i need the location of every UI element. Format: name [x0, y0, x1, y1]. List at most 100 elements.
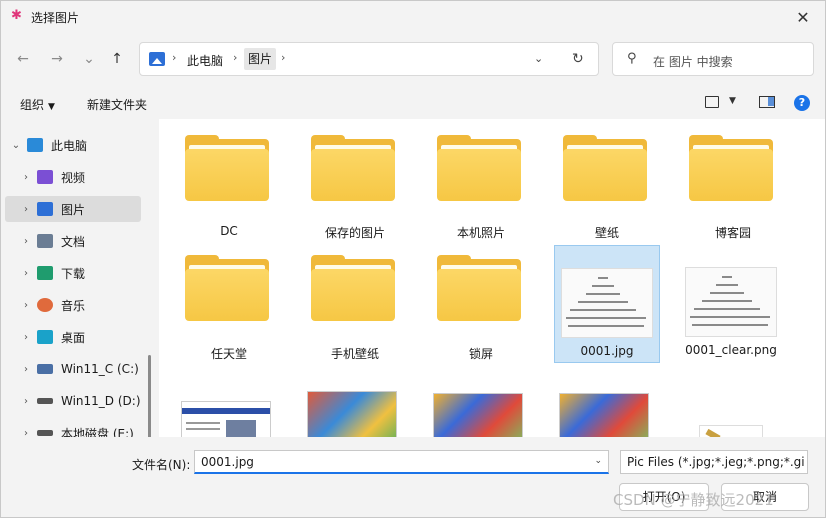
video-icon: [37, 170, 53, 184]
download-icon: [37, 266, 53, 280]
folder-item[interactable]: DC: [159, 119, 269, 238]
chevron-right-icon[interactable]: ›: [15, 428, 37, 438]
back-arrow-icon[interactable]: ←: [13, 49, 33, 69]
image-thumbnail[interactable]: [559, 393, 649, 437]
drive-icon: [37, 430, 53, 436]
sidebar-item-videos[interactable]: › 视频: [15, 164, 151, 190]
window-title: 选择图片: [31, 11, 80, 25]
computer-icon: [27, 138, 43, 152]
refresh-icon[interactable]: ↻: [572, 51, 584, 67]
folder-icon: [311, 135, 397, 205]
sidebar-item-desktop[interactable]: › 桌面: [15, 324, 151, 350]
music-icon: [37, 298, 53, 312]
sidebar-item-drive-d[interactable]: › Win11_D (D:): [15, 388, 151, 414]
folder-icon: [185, 255, 271, 325]
image-thumbnail[interactable]: [307, 391, 397, 437]
sidebar-item-label: Win11_D (D:): [61, 394, 141, 408]
chevron-right-icon[interactable]: ›: [15, 268, 37, 279]
preview-pane-icon[interactable]: [759, 96, 775, 108]
up-arrow-icon[interactable]: ↑: [107, 49, 127, 69]
search-placeholder: 在 图片 中搜索: [653, 55, 733, 69]
help-icon[interactable]: ?: [794, 95, 810, 111]
chevron-right-icon[interactable]: ›: [15, 300, 37, 311]
filename-label: 文件名(N):: [132, 458, 191, 472]
view-mode-icon[interactable]: [705, 96, 719, 108]
sidebar-item-label: Win11_C (C:): [61, 362, 139, 376]
breadcrumb-pictures[interactable]: 图片: [244, 48, 277, 70]
image-file-item-selected[interactable]: 0001.jpg: [554, 245, 660, 363]
chevron-right-icon[interactable]: ›: [281, 51, 285, 64]
sidebar-item-label: 音乐: [61, 298, 86, 313]
chevron-down-icon[interactable]: ⌄: [5, 140, 27, 151]
sidebar-item-label: 下载: [61, 266, 86, 281]
title-bar: ✱ 选择图片 ✕: [1, 1, 825, 33]
caret-down-icon: ▼: [48, 102, 55, 112]
chevron-right-icon: ›: [172, 51, 177, 64]
search-input[interactable]: ⚲ 在 图片 中搜索: [612, 42, 814, 76]
image-thumbnail[interactable]: [181, 401, 271, 437]
windows-drive-icon: [37, 364, 53, 374]
file-name: 手机壁纸: [330, 347, 379, 361]
chevron-right-icon: ›: [233, 51, 238, 64]
file-name: 0001_clear.png: [685, 343, 777, 357]
chevron-right-icon[interactable]: ›: [15, 172, 37, 183]
folder-item[interactable]: 锁屏: [411, 239, 521, 361]
organize-menu[interactable]: 组织 ▼: [20, 96, 55, 113]
file-dialog: ✱ 选择图片 ✕ ← → ⌄ ↑ › 此电脑 › 图片 › ⌄ ↻ ⚲ 在 图片…: [0, 0, 826, 518]
sidebar-item-music[interactable]: › 音乐: [15, 292, 151, 318]
file-name: 任天堂: [210, 347, 247, 361]
sidebar-item-drive-e[interactable]: › 本地磁盘 (E:): [15, 420, 151, 438]
breadcrumb-this-pc[interactable]: 此电脑: [187, 52, 223, 69]
sidebar-item-documents[interactable]: › 文档: [15, 228, 151, 254]
sidebar-item-label: 文档: [61, 234, 86, 249]
caret-down-icon[interactable]: ▼: [729, 96, 736, 106]
bottom-bar: 文件名(N): 0001.jpg ⌄ Pic Files (*.jpg;*.je…: [1, 437, 825, 517]
image-file-item[interactable]: 0001_clear.png: [681, 245, 787, 361]
folder-icon: [437, 255, 523, 325]
folder-item[interactable]: 壁纸: [537, 119, 647, 240]
desktop-icon: [37, 330, 53, 344]
sidebar-item-drive-c[interactable]: › Win11_C (C:): [15, 356, 151, 382]
folder-item[interactable]: 保存的图片: [285, 119, 395, 240]
folder-item[interactable]: 任天堂: [159, 239, 269, 361]
filetype-select[interactable]: Pic Files (*.jpg;*.jeg;*.png;*.gi: [620, 450, 808, 474]
folder-item[interactable]: 本机照片: [411, 119, 521, 240]
folder-icon: [311, 255, 397, 325]
sidebar-item-this-pc[interactable]: ⌄ 此电脑: [5, 132, 141, 158]
folder-item[interactable]: 手机壁纸: [285, 239, 395, 361]
image-thumbnail: [685, 267, 777, 337]
forward-arrow-icon[interactable]: →: [47, 49, 67, 69]
file-name: 锁屏: [468, 347, 493, 361]
folder-icon: [563, 135, 649, 205]
sidebar-item-label: 图片: [61, 202, 86, 217]
chevron-right-icon[interactable]: ›: [15, 332, 37, 343]
chevron-right-icon[interactable]: ›: [15, 364, 37, 375]
chevron-right-icon[interactable]: ›: [15, 396, 37, 407]
sidebar-item-label: 本地磁盘 (E:): [61, 426, 134, 438]
sidebar-item-downloads[interactable]: › 下载: [15, 260, 151, 286]
chevron-right-icon[interactable]: ›: [15, 236, 37, 247]
close-button[interactable]: ✕: [781, 1, 825, 33]
folder-item[interactable]: 博客园: [663, 119, 773, 240]
file-name: DC: [220, 224, 238, 238]
sidebar-scrollbar[interactable]: [148, 355, 151, 437]
chevron-right-icon[interactable]: ›: [15, 204, 37, 215]
new-folder-button[interactable]: 新建文件夹: [87, 96, 147, 113]
folder-icon: [689, 135, 775, 205]
navigation-pane: ⌄ 此电脑 › 视频 › 图片 › 文档 › 下载 › 音乐 › 桌面 › Wi…: [1, 119, 157, 437]
sidebar-item-pictures[interactable]: › 图片: [5, 196, 141, 222]
folder-icon: [437, 135, 523, 205]
recent-locations-icon[interactable]: ⌄: [79, 49, 99, 69]
image-thumbnail[interactable]: [699, 425, 763, 437]
document-icon: [37, 234, 53, 248]
image-thumbnail[interactable]: [433, 393, 523, 437]
pictures-icon: [37, 202, 53, 216]
filename-input[interactable]: 0001.jpg ⌄: [194, 450, 609, 474]
sidebar-item-label: 桌面: [61, 330, 86, 345]
chevron-down-icon[interactable]: ⌄: [594, 456, 602, 466]
sidebar-item-label: 视频: [61, 170, 86, 185]
watermark: CSDN @宁静致远2021: [613, 491, 774, 509]
file-name: 0001.jpg: [580, 344, 634, 358]
chevron-down-icon[interactable]: ⌄: [534, 52, 543, 65]
address-bar[interactable]: › 此电脑 › 图片 › ⌄ ↻: [139, 42, 599, 76]
